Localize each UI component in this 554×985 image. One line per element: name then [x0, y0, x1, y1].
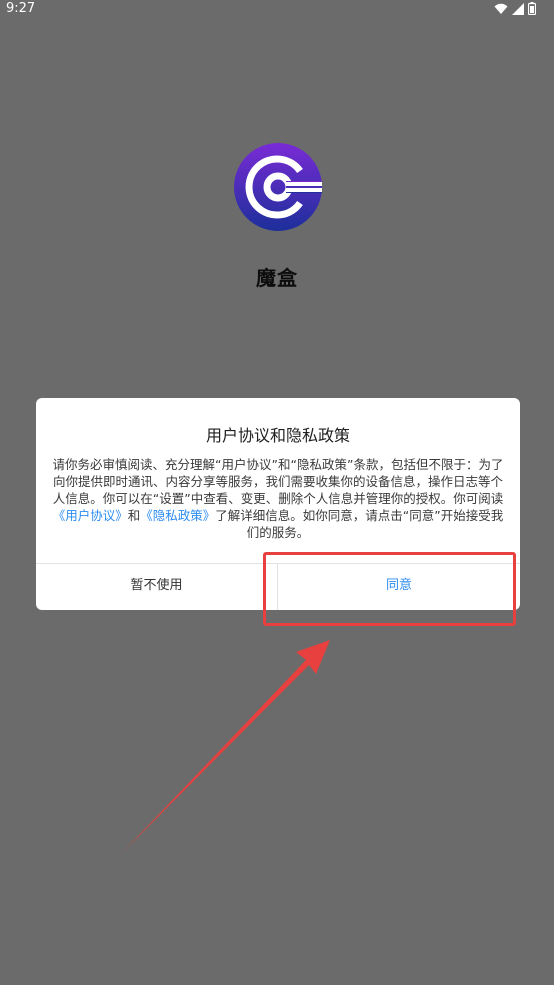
- and-text: 和: [127, 508, 141, 523]
- body-text-end: 了解详细信息。如你同意，请点击“同意”开始接受我们的服务。: [215, 508, 504, 540]
- app-name: 魔盒: [256, 266, 298, 290]
- status-icons: [494, 2, 536, 15]
- body-text-start: 请你务必审慎阅读、充分理解“用户协议”和“隐私政策”条款，包括但不限于：为了向你…: [52, 457, 504, 506]
- status-bar: 9:27: [0, 0, 554, 18]
- annotation-highlight-box: [263, 552, 516, 626]
- status-time: 9:27: [6, 1, 36, 16]
- app-logo-icon: [234, 143, 322, 231]
- wifi-icon: [494, 3, 508, 15]
- dialog-title: 用户协议和隐私政策: [205, 426, 350, 445]
- dialog-body: 请你务必审慎阅读、充分理解“用户协议”和“隐私政策”条款，包括但不限于：为了向你…: [52, 456, 504, 541]
- privacy-policy-link[interactable]: 《隐私政策》: [140, 508, 215, 523]
- user-agreement-link[interactable]: 《用户协议》: [53, 508, 128, 523]
- battery-icon: [528, 2, 536, 15]
- decline-button[interactable]: 暂不使用: [36, 564, 277, 610]
- signal-icon: [512, 2, 524, 15]
